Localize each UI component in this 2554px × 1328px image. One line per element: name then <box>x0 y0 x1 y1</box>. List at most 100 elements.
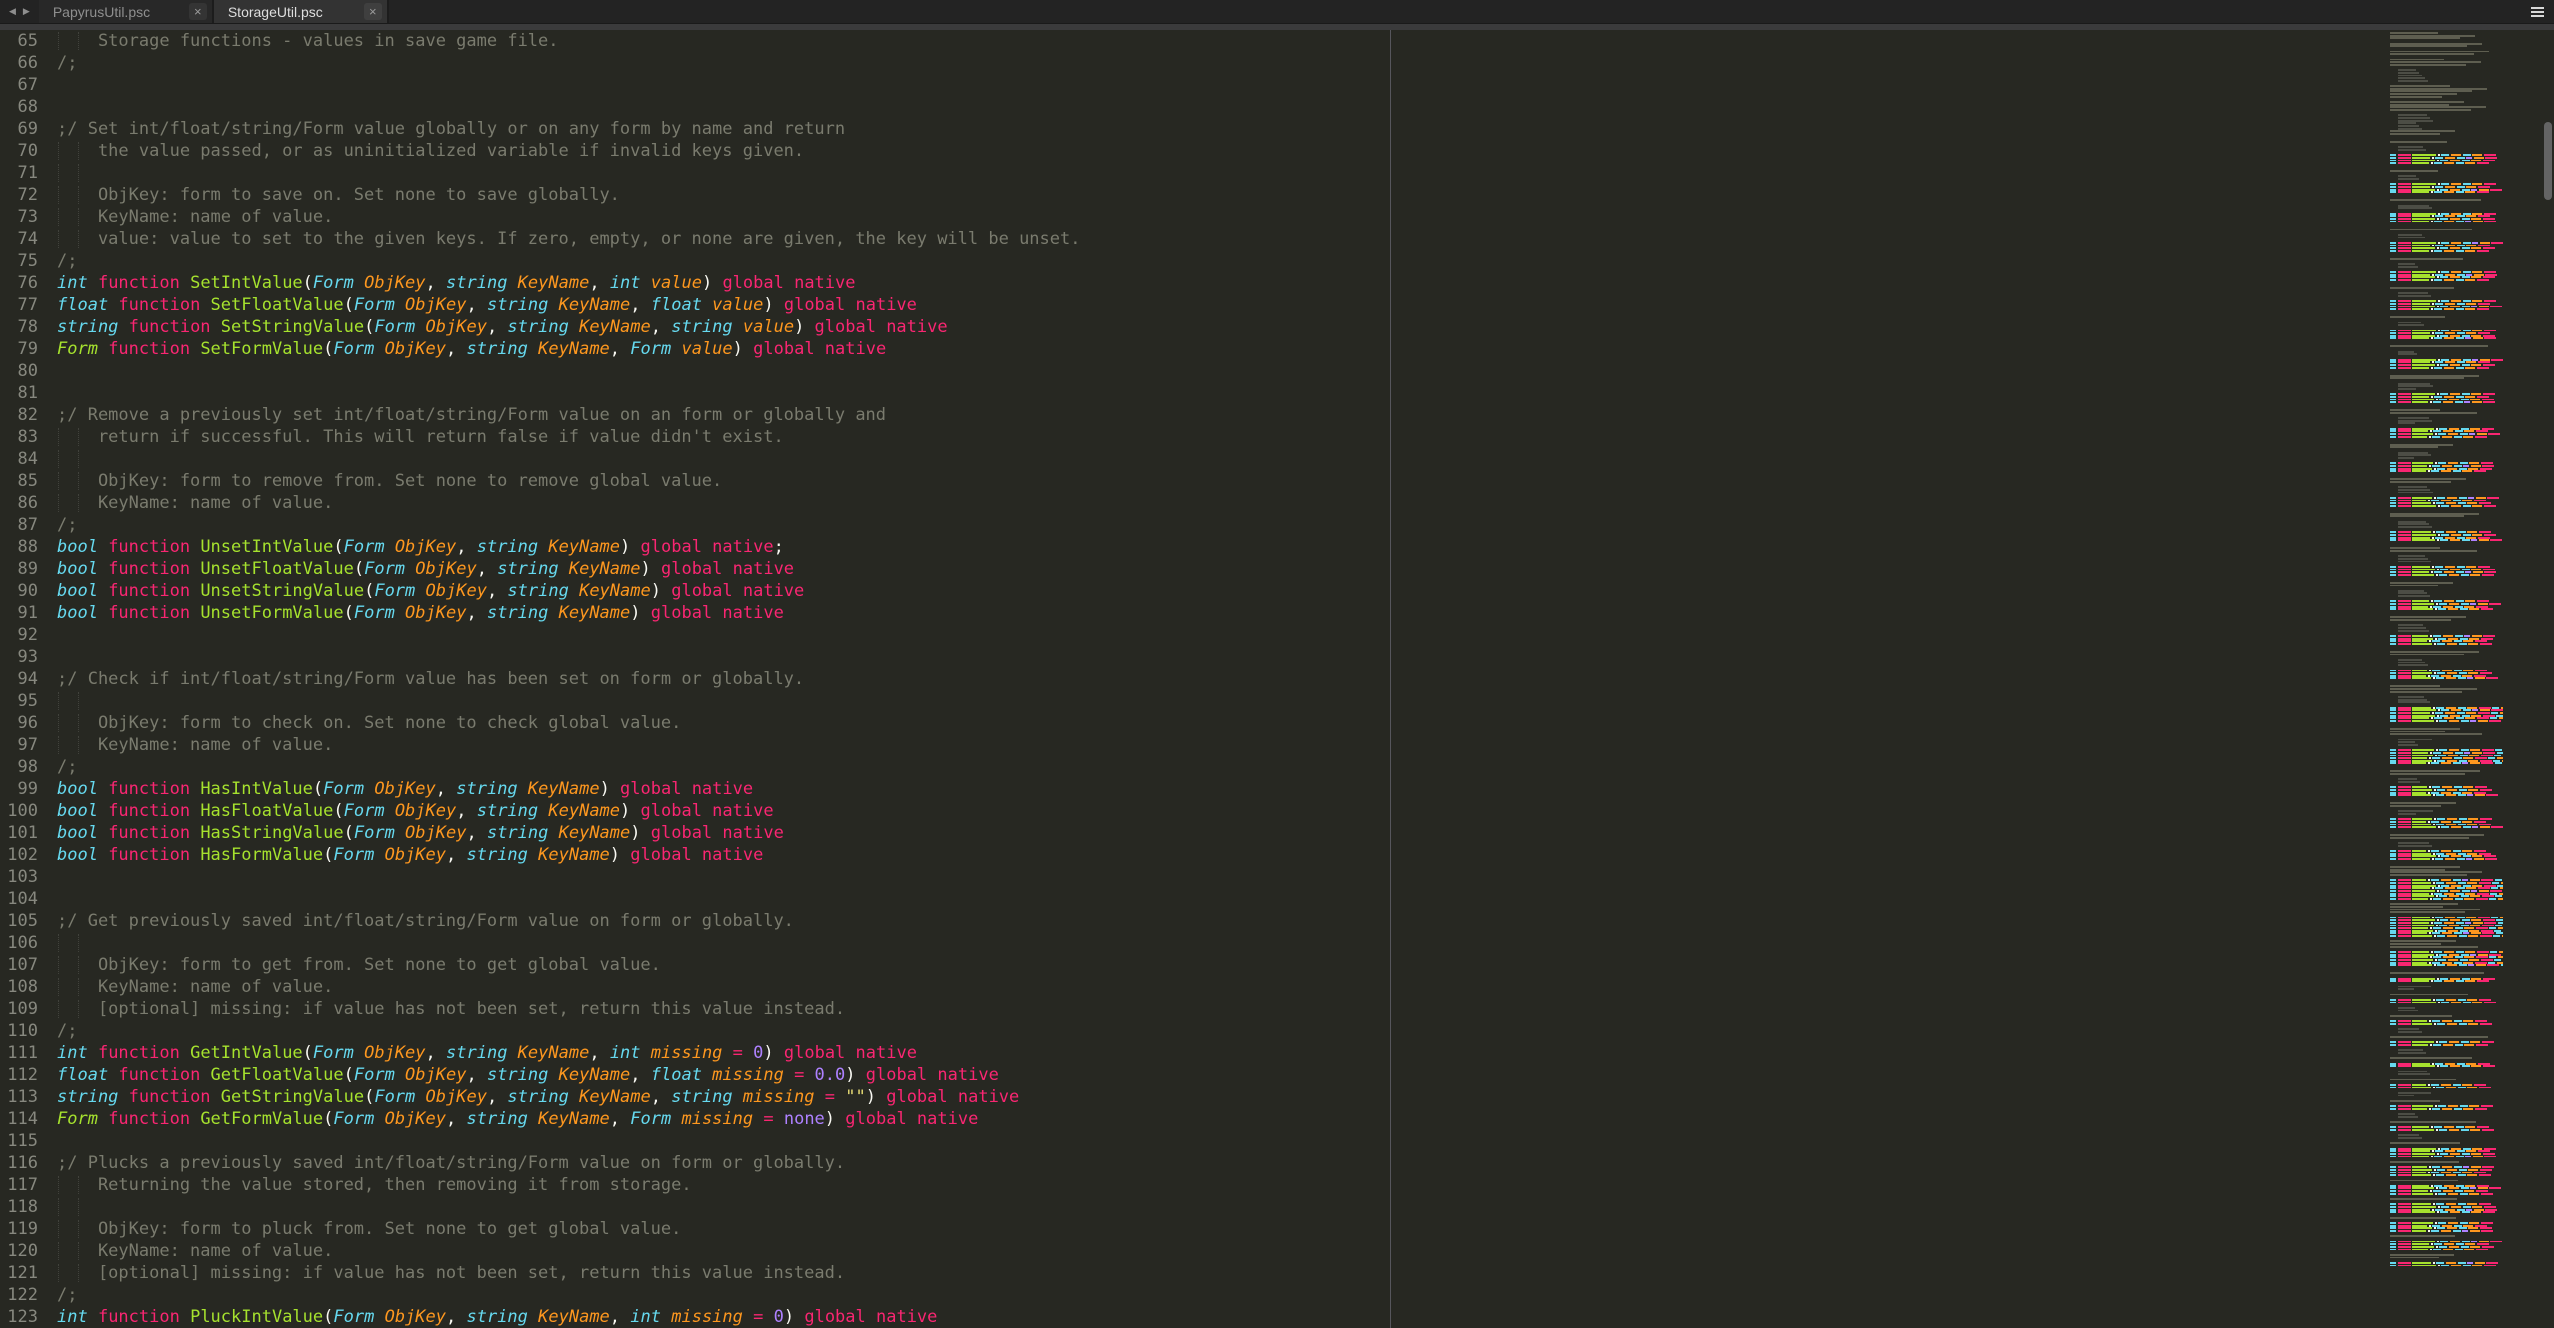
code-line[interactable]: 112float function GetFloatValue(Form Obj… <box>0 1064 1081 1086</box>
code-line[interactable]: 121 [optional] missing: if value has not… <box>0 1262 1081 1284</box>
code-line[interactable]: 119 ObjKey: form to pluck from. Set none… <box>0 1218 1081 1240</box>
line-number: 98 <box>0 756 38 778</box>
code-line[interactable]: 86 KeyName: name of value. <box>0 492 1081 514</box>
code-line[interactable]: 91bool function UnsetFormValue(Form ObjK… <box>0 602 1081 624</box>
code-line[interactable]: 77float function SetFloatValue(Form ObjK… <box>0 294 1081 316</box>
code-line[interactable]: 95 <box>0 690 1081 712</box>
code-line[interactable]: 103 <box>0 866 1081 888</box>
minimap-line <box>2390 643 2503 645</box>
tab-storageutil[interactable]: StorageUtil.psc × <box>214 0 389 23</box>
tab-bar: ◀ ▶ PapyrusUtil.psc × StorageUtil.psc × <box>0 0 2554 23</box>
code-line[interactable]: 118 <box>0 1196 1081 1218</box>
code-line[interactable]: 111int function GetIntValue(Form ObjKey,… <box>0 1042 1081 1064</box>
close-icon[interactable]: × <box>364 3 382 20</box>
code-line[interactable]: 68 <box>0 96 1081 118</box>
code-line[interactable]: 100bool function HasFloatValue(Form ObjK… <box>0 800 1081 822</box>
code-line[interactable]: 65 Storage functions - values in save ga… <box>0 30 1081 52</box>
code-line[interactable]: 110/; <box>0 1020 1081 1042</box>
line-text: ObjKey: form to get from. Set none to ge… <box>38 954 661 976</box>
minimap-line <box>2390 534 2503 536</box>
code-line[interactable]: 105;/ Get previously saved int/float/str… <box>0 910 1081 932</box>
indent-guide <box>78 1242 79 1260</box>
code-line[interactable]: 108 KeyName: name of value. <box>0 976 1081 998</box>
scrollbar-thumb[interactable] <box>2544 122 2552 200</box>
minimap-line <box>2390 1044 2503 1046</box>
code-line[interactable]: 66/; <box>0 52 1081 74</box>
tab-overflow-menu-icon[interactable] <box>2529 5 2546 19</box>
code-line[interactable]: 76int function SetIntValue(Form ObjKey, … <box>0 272 1081 294</box>
code-line[interactable]: 67 <box>0 74 1081 96</box>
minimap-line <box>2390 810 2503 812</box>
code-line[interactable]: 107 ObjKey: form to get from. Set none t… <box>0 954 1081 976</box>
code-line[interactable]: 82;/ Remove a previously set int/float/s… <box>0 404 1081 426</box>
code-line[interactable]: 115 <box>0 1130 1081 1152</box>
indent-guide <box>78 1176 79 1194</box>
code-line[interactable]: 84 <box>0 448 1081 470</box>
line-number: 92 <box>0 624 38 646</box>
code-line[interactable]: 120 KeyName: name of value. <box>0 1240 1081 1262</box>
nav-forward-icon[interactable]: ▶ <box>23 6 30 17</box>
code-line[interactable]: 93 <box>0 646 1081 668</box>
code-line[interactable]: 88bool function UnsetIntValue(Form ObjKe… <box>0 536 1081 558</box>
code-line[interactable]: 109 [optional] missing: if value has not… <box>0 998 1081 1020</box>
line-number: 65 <box>0 30 38 52</box>
code-line[interactable]: 89bool function UnsetFloatValue(Form Obj… <box>0 558 1081 580</box>
code-line[interactable]: 78string function SetStringValue(Form Ob… <box>0 316 1081 338</box>
minimap[interactable] <box>2390 32 2503 1328</box>
code-line[interactable]: 73 KeyName: name of value. <box>0 206 1081 228</box>
code-line[interactable]: 96 ObjKey: form to check on. Set none to… <box>0 712 1081 734</box>
close-icon[interactable]: × <box>189 3 207 20</box>
minimap-line <box>2390 877 2503 879</box>
minimap-line <box>2390 802 2503 804</box>
code-line[interactable]: 94;/ Check if int/float/string/Form valu… <box>0 668 1081 690</box>
minimap-line <box>2390 85 2503 87</box>
code-line[interactable]: 87/; <box>0 514 1081 536</box>
code-line[interactable]: 92 <box>0 624 1081 646</box>
code-line[interactable]: 71 <box>0 162 1081 184</box>
nav-back-icon[interactable]: ◀ <box>9 6 16 17</box>
line-number: 74 <box>0 228 38 250</box>
minimap-line <box>2390 183 2503 185</box>
code-line[interactable]: 97 KeyName: name of value. <box>0 734 1081 756</box>
minimap-line <box>2390 515 2503 517</box>
minimap-line <box>2390 1145 2503 1147</box>
line-number: 68 <box>0 96 38 118</box>
minimap-line <box>2390 1265 2503 1267</box>
code-line[interactable]: 99bool function HasIntValue(Form ObjKey,… <box>0 778 1081 800</box>
minimap-line <box>2390 1185 2503 1187</box>
code-line[interactable]: 113string function GetStringValue(Form O… <box>0 1086 1081 1108</box>
code-line[interactable]: 69;/ Set int/float/string/Form value glo… <box>0 118 1081 140</box>
code-line[interactable]: 83 return if successful. This will retur… <box>0 426 1081 448</box>
indent-guide <box>78 1198 79 1216</box>
code-line[interactable]: 72 ObjKey: form to save on. Set none to … <box>0 184 1081 206</box>
code-area[interactable]: 65 Storage functions - values in save ga… <box>0 30 1081 1328</box>
minimap-line <box>2390 826 2503 828</box>
tab-papyrusutil[interactable]: PapyrusUtil.psc × <box>39 0 214 23</box>
code-line[interactable]: 98/; <box>0 756 1081 778</box>
code-line[interactable]: 70 the value passed, or as uninitialized… <box>0 140 1081 162</box>
code-line[interactable]: 123int function PluckIntValue(Form ObjKe… <box>0 1306 1081 1328</box>
code-line[interactable]: 101bool function HasStringValue(Form Obj… <box>0 822 1081 844</box>
minimap-line <box>2390 37 2503 39</box>
code-line[interactable]: 75/; <box>0 250 1081 272</box>
minimap-line <box>2390 537 2503 539</box>
code-line[interactable]: 81 <box>0 382 1081 404</box>
line-text: /; <box>38 1284 77 1306</box>
code-line[interactable]: 79Form function SetFormValue(Form ObjKey… <box>0 338 1081 360</box>
code-line[interactable]: 106 <box>0 932 1081 954</box>
code-line[interactable]: 90bool function UnsetStringValue(Form Ob… <box>0 580 1081 602</box>
minimap-line <box>2390 308 2503 310</box>
minimap-line <box>2390 667 2503 669</box>
code-line[interactable]: 116;/ Plucks a previously saved int/floa… <box>0 1152 1081 1174</box>
code-line[interactable]: 74 value: value to set to the given keys… <box>0 228 1081 250</box>
minimap-line <box>2390 850 2503 852</box>
code-line[interactable]: 85 ObjKey: form to remove from. Set none… <box>0 470 1081 492</box>
line-text: the value passed, or as uninitialized va… <box>38 140 804 162</box>
code-line[interactable]: 102bool function HasFormValue(Form ObjKe… <box>0 844 1081 866</box>
code-line[interactable]: 117 Returning the value stored, then rem… <box>0 1174 1081 1196</box>
minimap-line <box>2390 1148 2503 1150</box>
code-line[interactable]: 80 <box>0 360 1081 382</box>
code-line[interactable]: 122/; <box>0 1284 1081 1306</box>
code-line[interactable]: 104 <box>0 888 1081 910</box>
code-line[interactable]: 114Form function GetFormValue(Form ObjKe… <box>0 1108 1081 1130</box>
